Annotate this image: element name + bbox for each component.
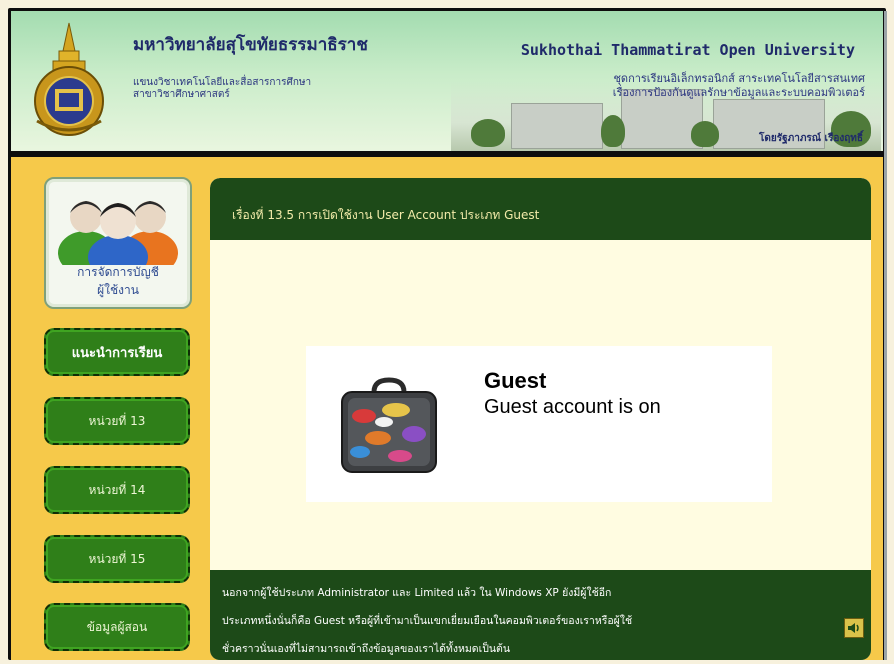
header-banner: มหาวิทยาลัยสุโขทัยธรรมาธิราช แขนงวิชาเทค…	[11, 11, 883, 151]
suitcase-icon	[341, 377, 437, 473]
nav-button-unit-15[interactable]: หน่วยที่ 15	[44, 535, 190, 583]
window-edge-scrollbar[interactable]	[884, 11, 887, 660]
account-name: Guest	[484, 368, 547, 393]
content-header: เรื่องที่ 13.5 การเปิดใช้งาน User Accoun…	[210, 178, 871, 240]
main-area: การจัดการบัญชี ผู้ใช้งาน แนะนำการเรียน ห…	[11, 157, 883, 660]
content-panel: เรื่องที่ 13.5 การเปิดใช้งาน User Accoun…	[210, 178, 871, 660]
school-name: สาขาวิชาศึกษาศาสตร์	[133, 89, 230, 100]
account-status: Guest account is on	[484, 396, 661, 418]
nav-button-unit-13[interactable]: หน่วยที่ 13	[44, 397, 190, 445]
users-group-icon	[58, 201, 178, 265]
footer-text-line: นอกจากผู้ใช้ประเภท Administrator และ Lim…	[222, 587, 612, 599]
nav-button-label: หน่วยที่ 13	[88, 413, 146, 428]
content-footer: นอกจากผู้ใช้ประเภท Administrator และ Lim…	[210, 570, 871, 660]
nav-button-label: แนะนำการเรียน	[71, 345, 163, 361]
speaker-icon[interactable]	[844, 618, 864, 638]
nav-button-label: ข้อมูลผู้สอน	[86, 619, 148, 634]
university-thai-name: มหาวิทยาลัยสุโขทัยธรรมาธิราช	[133, 35, 368, 55]
university-logo-icon	[34, 22, 104, 136]
author-name: โดยรัฐภาภรณ์ เรืองฤทธิ์	[759, 133, 863, 144]
nav-button-learning-intro[interactable]: แนะนำการเรียน	[44, 328, 190, 376]
user-account-management-card[interactable]: การจัดการบัญชี ผู้ใช้งาน	[44, 177, 192, 309]
footer-text-line: ประเภทหนึ่งนั่นก็คือ Guest หรือผู้ที่เข้…	[222, 615, 633, 627]
guest-account-figure: Guest Guest account is on	[306, 346, 772, 502]
nav-button-instructor-info[interactable]: ข้อมูลผู้สอน	[44, 603, 190, 651]
nav-button-label: หน่วยที่ 15	[88, 551, 146, 566]
nav-button-unit-14[interactable]: หน่วยที่ 14	[44, 466, 190, 514]
university-english-name: Sukhothai Thammatirat Open University	[520, 41, 855, 59]
lesson-title: เรื่องที่ 13.5 การเปิดใช้งาน User Accoun…	[232, 208, 540, 222]
footer-text-line: ชั่วคราวนั่นเองที่ไม่สามารถเข้าถึงข้อมูล…	[222, 643, 511, 655]
course-topic: เรื่องการป้องกันดูแลรักษาข้อมูลและระบบคอ…	[612, 86, 865, 99]
card-label-line1: การจัดการบัญชี	[77, 265, 159, 279]
card-label-line2: ผู้ใช้งาน	[97, 283, 139, 297]
nav-button-label: หน่วยที่ 14	[88, 482, 146, 497]
